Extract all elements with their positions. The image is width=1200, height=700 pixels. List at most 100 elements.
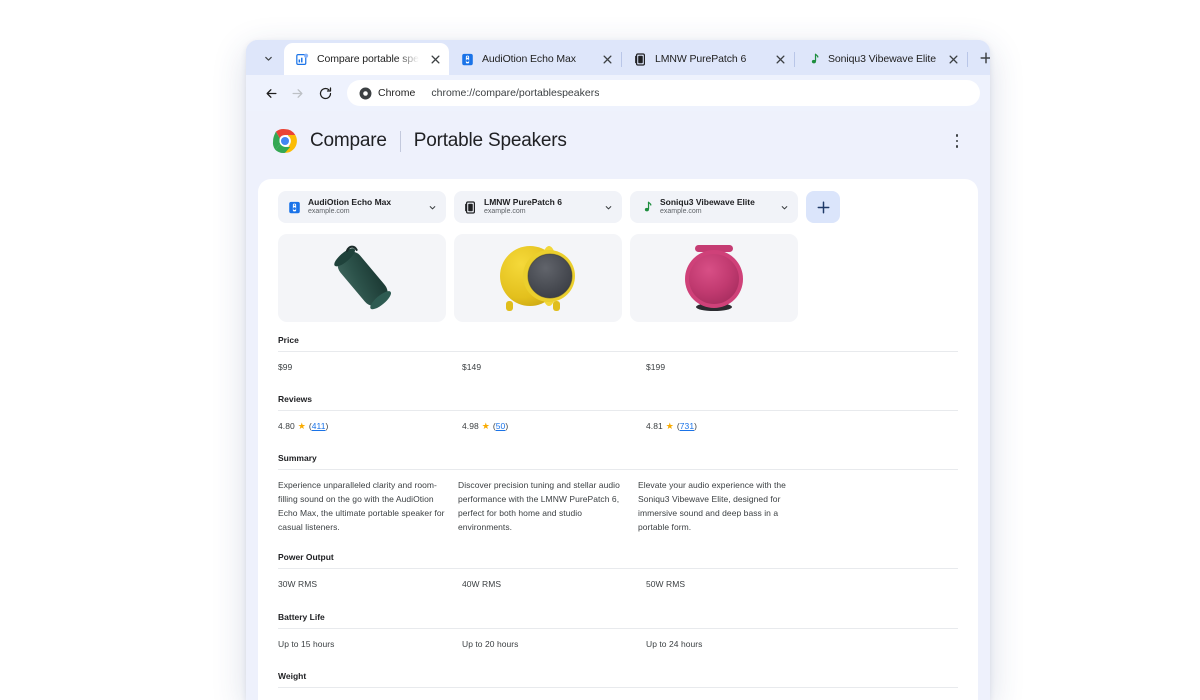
product-image-2 — [630, 234, 798, 322]
plus-icon — [980, 52, 990, 64]
spec-values-row: $99 $149 $199 — [278, 352, 958, 391]
star-icon: ★ — [481, 421, 490, 432]
review-count-wrap: (50) — [492, 421, 509, 432]
spec-section-reviews: Reviews 4.80 ★ (411) 4.98 ★ (50) 4.81 ★ … — [278, 394, 958, 450]
arrow-forward-icon — [292, 88, 302, 98]
tab-close-button[interactable] — [427, 51, 443, 67]
star-icon: ★ — [297, 421, 306, 432]
review-count-link[interactable]: 731 — [680, 421, 694, 431]
tab-close-button[interactable] — [772, 51, 788, 67]
product-image-1 — [454, 234, 622, 322]
music-note-icon — [806, 52, 821, 67]
green-cylinder-speaker — [334, 245, 392, 310]
rating-value: 4.80 — [278, 421, 295, 432]
power-value-1: 40W RMS — [462, 579, 502, 590]
product-name: LMNW PurePatch 6 — [484, 198, 562, 208]
reviews-cell-0: 4.80 ★ (411) — [278, 420, 454, 433]
tab-close-button[interactable] — [599, 51, 615, 67]
spec-label: Price — [278, 335, 299, 345]
product-selector-0[interactable]: AudiOtion Echo Max example.com — [278, 191, 446, 223]
omnibox-chip-label: Chrome — [378, 87, 416, 99]
audiotion-speaker-icon — [287, 200, 301, 214]
address-bar[interactable]: Chrome chrome://compare/portablespeakers — [347, 80, 980, 106]
page-viewport: Compare Portable Speakers AudiOtion Echo… — [246, 111, 990, 700]
spec-section-battery-life: Battery Life Up to 15 hours Up to 20 hou… — [278, 612, 958, 668]
chevron-down-icon[interactable] — [426, 202, 438, 213]
page-title: Portable Speakers — [413, 130, 567, 151]
forward-button — [284, 80, 310, 106]
tab-search-button[interactable] — [254, 44, 282, 72]
spec-values-row: 2 lbs 3 lbs 3.5 lbs — [278, 688, 958, 700]
tab-title: Compare portable speakers — [317, 53, 420, 65]
chevron-down-icon[interactable] — [602, 202, 614, 213]
spec-values-row: Experience unparalleled clarity and room… — [278, 470, 958, 549]
rating-value: 4.81 — [646, 421, 663, 432]
chrome-logo-icon — [359, 87, 372, 100]
price-value-0: $99 — [278, 362, 293, 372]
reload-button[interactable] — [312, 80, 338, 106]
spec-label: Reviews — [278, 394, 313, 405]
price-value-1: $149 — [462, 362, 482, 372]
reviews-cell-2: 4.81 ★ (731) — [646, 420, 822, 433]
spec-section-price: Price $99 $149 $199 — [278, 335, 958, 391]
spec-label: Power Output — [278, 552, 334, 563]
lmnw-speaker-icon — [633, 52, 648, 67]
product-domain: example.com — [660, 207, 702, 215]
tab-soniqu3-vibewave-elite[interactable]: Soniqu3 Vibewave Elite — [795, 43, 967, 75]
product-domain: example.com — [484, 207, 526, 215]
brand-separator — [399, 130, 401, 152]
product-images-row — [278, 234, 958, 322]
product-selector-1[interactable]: LMNW PurePatch 6 example.com — [454, 191, 622, 223]
more-vertical-icon[interactable] — [944, 128, 970, 154]
pink-round-speaker — [685, 245, 743, 311]
tab-lmnw-purepatch-6[interactable]: LMNW PurePatch 6 — [622, 43, 794, 75]
chevron-down-icon — [264, 56, 272, 61]
music-note-icon — [639, 200, 653, 214]
add-product-button[interactable] — [806, 191, 840, 223]
close-icon — [602, 54, 612, 64]
spec-values-row: Up to 15 hours Up to 20 hours Up to 24 h… — [278, 629, 958, 668]
compare-chart-icon — [295, 52, 310, 67]
comparison-card: AudiOtion Echo Max example.com LMNW Pure… — [258, 179, 978, 700]
page-header: Compare Portable Speakers — [246, 111, 990, 171]
close-icon — [948, 54, 958, 64]
tab-close-button[interactable] — [945, 51, 961, 67]
omnibox-url: chrome://compare/portablespeakers — [431, 87, 600, 99]
browser-window: Compare portable speakers AudiOtion Echo… — [246, 40, 990, 700]
battery-value-2: Up to 24 hours — [646, 638, 703, 649]
review-count-wrap: (731) — [676, 421, 697, 432]
tab-separator — [967, 52, 968, 67]
reload-icon — [319, 86, 331, 99]
product-selector-2[interactable]: Soniqu3 Vibewave Elite example.com — [630, 191, 798, 223]
tab-title: Soniqu3 Vibewave Elite — [828, 53, 936, 65]
power-value-2: 50W RMS — [646, 579, 686, 590]
tab-title: AudiOtion Echo Max — [482, 53, 576, 65]
new-tab-button[interactable] — [973, 45, 990, 71]
spec-label: Summary — [278, 453, 317, 464]
tab-title: LMNW PurePatch 6 — [655, 53, 747, 65]
lmnw-speaker-icon — [463, 200, 477, 214]
summary-value-2: Elevate your audio experience with the S… — [638, 480, 786, 532]
rating-value: 4.98 — [462, 421, 479, 432]
review-count-link[interactable]: 50 — [496, 421, 506, 431]
review-count-wrap: (411) — [308, 421, 329, 432]
spec-section-power-output: Power Output 30W RMS 40W RMS 50W RMS — [278, 552, 958, 608]
product-name: Soniqu3 Vibewave Elite — [660, 198, 755, 208]
product-domain: example.com — [308, 207, 350, 215]
tab-compare-portable-speakers[interactable]: Compare portable speakers — [284, 43, 449, 75]
price-value-2: $199 — [646, 362, 666, 372]
spec-label: Weight — [278, 670, 307, 681]
star-icon: ★ — [665, 421, 674, 432]
chevron-down-icon[interactable] — [778, 202, 790, 213]
spec-label: Battery Life — [278, 611, 325, 622]
battery-value-0: Up to 15 hours — [278, 638, 335, 649]
chrome-logo-icon — [272, 128, 298, 154]
review-count-link[interactable]: 411 — [312, 421, 326, 431]
yellow-round-speaker — [500, 246, 575, 311]
close-icon — [430, 54, 440, 64]
page-brand: Compare — [310, 130, 387, 151]
tab-audiotion-echo-max[interactable]: AudiOtion Echo Max — [449, 43, 621, 75]
back-button[interactable] — [258, 80, 284, 106]
spec-values-row: 4.80 ★ (411) 4.98 ★ (50) 4.81 ★ (731) — [278, 411, 958, 450]
audiotion-speaker-icon — [460, 52, 475, 67]
